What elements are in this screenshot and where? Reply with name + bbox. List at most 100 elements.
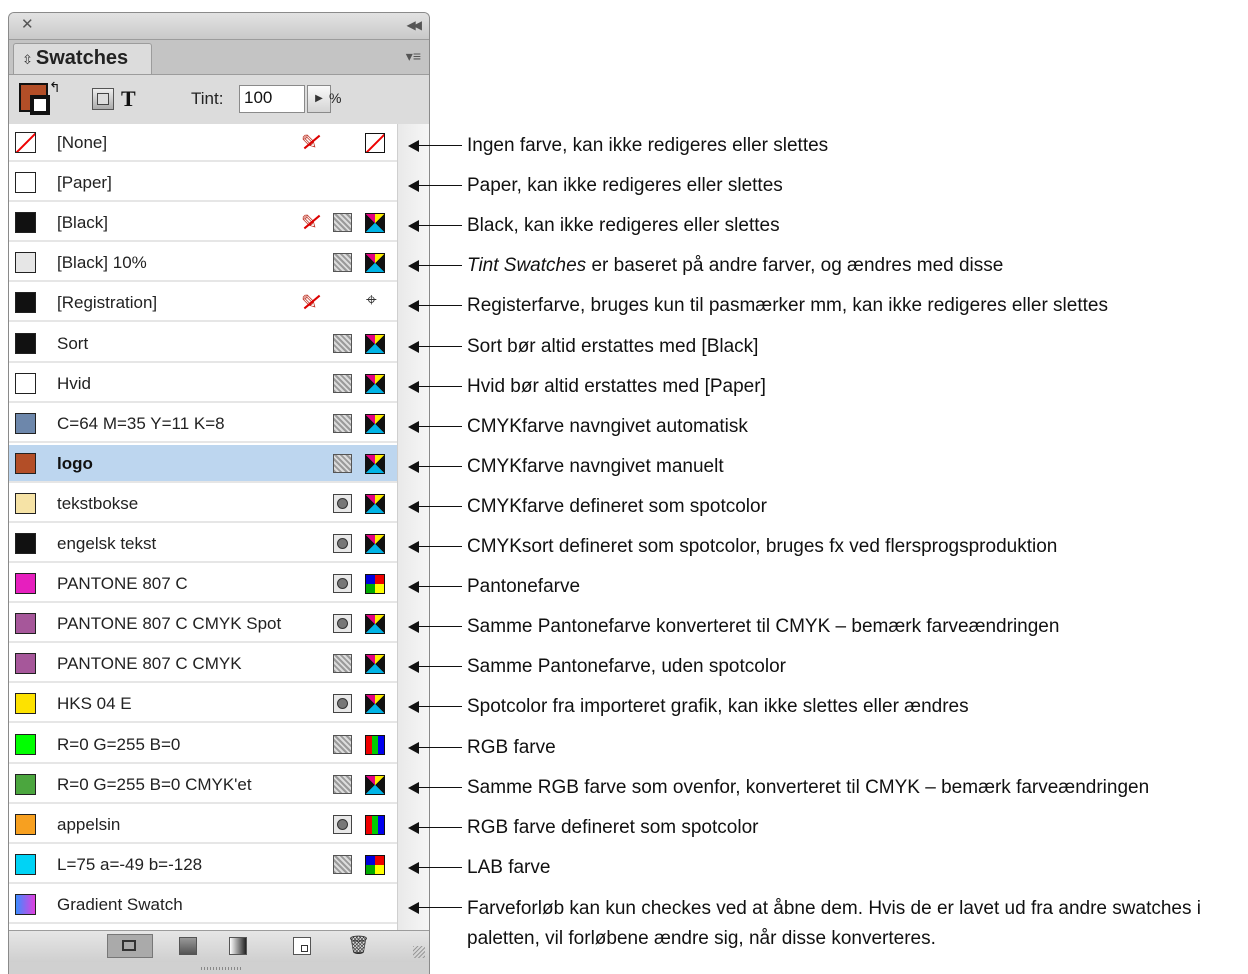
process-color-icon xyxy=(333,775,352,794)
swatch-row[interactable]: logo xyxy=(9,445,397,483)
annotation-text: Sort bør altid erstattes med [Black] xyxy=(467,336,759,357)
annotation-text: Ingen farve, kan ikke redigeres eller sl… xyxy=(467,135,829,156)
arrow-line xyxy=(414,666,462,667)
spot-color-icon xyxy=(333,815,352,834)
swatch-color-chip xyxy=(15,613,36,634)
arrow-icon xyxy=(408,220,419,232)
swatch-name: C=64 M=35 Y=11 K=8 xyxy=(57,414,225,433)
annotation-text: Farveforløb kan kun checkes ved at åbne … xyxy=(467,898,1201,949)
swatch-name: PANTONE 807 C CMYK xyxy=(57,654,242,673)
tab-swatches[interactable]: ⇳ Swatches xyxy=(13,43,152,74)
resize-grip-icon[interactable] xyxy=(413,946,425,958)
annotation: Paper, kan ikke redigeres eller slettes xyxy=(408,174,1248,196)
swatch-row[interactable]: Sort xyxy=(9,325,397,363)
stroke-swatch[interactable] xyxy=(30,95,50,115)
arrow-icon xyxy=(408,381,419,393)
cmyk-mode-icon xyxy=(365,213,385,233)
swatch-row[interactable]: R=0 G=255 B=0 xyxy=(9,726,397,764)
arrow-icon xyxy=(408,862,419,874)
process-color-icon xyxy=(333,414,352,433)
panel-menu-icon[interactable]: ▾≡ xyxy=(406,48,421,65)
annotation-text: Pantonefarve xyxy=(467,576,581,597)
arrow-icon xyxy=(408,581,419,593)
swatch-row[interactable]: Gradient Swatch xyxy=(9,886,397,924)
swatch-color-chip xyxy=(15,894,36,915)
tint-slider-arrow[interactable]: ▶ xyxy=(307,85,331,113)
show-all-swatches-button[interactable] xyxy=(107,934,153,958)
swatch-row[interactable]: appelsin xyxy=(9,806,397,844)
spot-color-icon xyxy=(333,534,352,553)
arrow-icon xyxy=(408,421,419,433)
registration-icon: ⌖ xyxy=(366,290,377,311)
annotation-emphasis: Tint Swatches xyxy=(467,255,587,276)
swatch-list: [None] ✎ [Paper] [Black] ✎ [Black] 10% [Regist… xyxy=(9,124,429,930)
close-icon[interactable]: ✕ xyxy=(21,16,34,34)
rgb-mode-icon xyxy=(365,735,385,755)
tint-input[interactable]: 100 xyxy=(239,85,305,113)
annotation: Samme RGB farve som ovenfor, konverteret… xyxy=(408,776,1248,798)
arrow-line xyxy=(414,506,462,507)
arrow-icon xyxy=(408,701,419,713)
swatch-row[interactable]: [Paper] xyxy=(9,164,397,202)
swatch-row[interactable]: PANTONE 807 C CMYK Spot xyxy=(9,605,397,643)
arrow-icon xyxy=(408,140,419,152)
formatting-container-icon[interactable] xyxy=(92,88,114,110)
swatch-name: Hvid xyxy=(57,374,92,393)
arrow-line xyxy=(414,546,462,547)
fill-stroke-widget[interactable]: ↰ xyxy=(19,79,61,121)
scrollbar[interactable] xyxy=(397,124,429,930)
annotation-text: Samme RGB farve som ovenfor, konverteret… xyxy=(467,777,1150,798)
swatch-row[interactable]: [None] ✎ xyxy=(9,124,397,162)
panel-footer-grip[interactable] xyxy=(9,962,429,974)
arrow-line xyxy=(414,386,462,387)
annotation: Registerfarve, bruges kun til pasmærker … xyxy=(408,294,1248,316)
arrow-line xyxy=(414,305,462,306)
process-color-icon xyxy=(333,213,352,232)
arrow-icon xyxy=(408,300,419,312)
formatting-text-icon[interactable]: T xyxy=(121,86,136,112)
spot-color-icon xyxy=(333,614,352,633)
swatch-row[interactable]: R=0 G=255 B=0 CMYK'et xyxy=(9,766,397,804)
swatch-row[interactable]: [Black] 10% xyxy=(9,244,397,282)
show-color-swatches-button[interactable] xyxy=(179,937,197,955)
swatch-row[interactable]: engelsk tekst xyxy=(9,525,397,563)
arrow-line xyxy=(414,265,462,266)
swatch-name: tekstbokse xyxy=(57,494,139,513)
swatch-name: appelsin xyxy=(57,815,121,834)
annotation: Tint Swatches er baseret på andre farver… xyxy=(408,254,1248,276)
cmyk-mode-icon xyxy=(365,614,385,634)
show-gradient-swatches-button[interactable] xyxy=(229,937,247,955)
annotation-text: CMYKfarve defineret som spotcolor xyxy=(467,496,767,517)
swatch-name: [Registration] xyxy=(57,293,158,312)
swatch-name: [Paper] xyxy=(57,173,112,192)
swatch-row[interactable]: [Black] ✎ xyxy=(9,204,397,242)
swatch-row[interactable]: C=64 M=35 Y=11 K=8 xyxy=(9,405,397,443)
swatch-color-chip xyxy=(15,573,36,594)
collapse-icon[interactable]: ◀◀ xyxy=(407,18,423,32)
swatch-color-chip xyxy=(15,413,36,434)
new-swatch-button[interactable] xyxy=(293,937,311,955)
swatch-color-chip xyxy=(15,172,36,193)
swatch-row[interactable]: tekstbokse xyxy=(9,485,397,523)
swatch-row[interactable]: [Registration] ✎ ⌖ xyxy=(9,284,397,322)
annotation-text: Samme Pantonefarve konverteret til CMYK … xyxy=(467,616,1060,637)
swatch-controls: ↰ T Tint: 100 ▶ % xyxy=(9,75,429,126)
swatch-color-chip xyxy=(15,292,36,313)
cmyk-mode-icon xyxy=(365,654,385,674)
arrow-icon xyxy=(408,742,419,754)
swatch-row[interactable]: Hvid xyxy=(9,365,397,403)
trash-icon[interactable]: 🗑 xyxy=(347,936,370,954)
swap-icon[interactable]: ↰ xyxy=(49,79,61,96)
none-swatch-icon xyxy=(365,133,385,153)
swatch-row[interactable]: L=75 a=-49 b=-128 xyxy=(9,846,397,884)
lab-mode-icon xyxy=(365,574,385,594)
swatch-color-chip xyxy=(15,453,36,474)
swatch-row[interactable]: PANTONE 807 C CMYK xyxy=(9,645,397,683)
swatch-row[interactable]: HKS 04 E xyxy=(9,685,397,723)
swatch-row[interactable]: PANTONE 807 C xyxy=(9,565,397,603)
arrow-line xyxy=(414,867,462,868)
no-edit-pencil-icon: ✎ xyxy=(301,132,318,154)
annotation-text: CMYKsort defineret som spotcolor, bruges… xyxy=(467,536,1058,557)
annotation: Sort bør altid erstattes med [Black] xyxy=(408,335,1248,357)
arrow-line xyxy=(414,626,462,627)
